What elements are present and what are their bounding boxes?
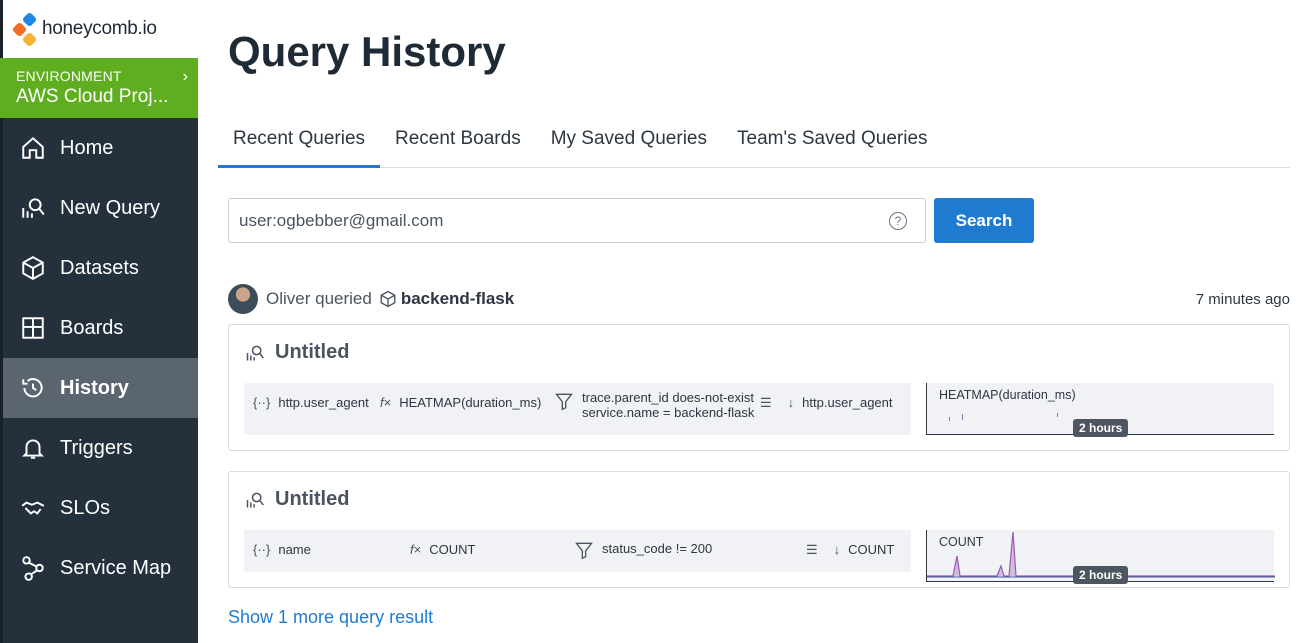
query-title[interactable]: Untitled: [245, 488, 349, 511]
help-icon[interactable]: ?: [889, 211, 907, 230]
nav-item-new-query[interactable]: New Query: [0, 178, 198, 238]
nav-item-triggers[interactable]: Triggers: [0, 418, 198, 478]
heatmap-preview[interactable]: HEATMAP(duration_ms) 2 hours: [926, 383, 1274, 437]
cube-icon: [18, 253, 48, 283]
search-button[interactable]: Search: [934, 198, 1034, 243]
nav-item-slos[interactable]: SLOs: [0, 478, 198, 538]
time-range-badge: 2 hours: [1073, 419, 1129, 437]
logo[interactable]: honeycomb.io: [0, 0, 198, 58]
brand-name: honeycomb.io: [42, 18, 157, 39]
nav-label: Datasets: [60, 256, 139, 279]
group-by: {··} http.user_agent: [253, 395, 369, 410]
cube-icon: [380, 290, 396, 308]
nav-item-history[interactable]: History: [0, 358, 198, 418]
heatmap-cell: [1057, 413, 1058, 417]
count-preview[interactable]: COUNT 2 hours: [926, 530, 1275, 584]
order-value: http.user_agent: [802, 395, 893, 410]
function-icon: f×: [410, 542, 422, 557]
query-card[interactable]: Untitled {··} http.user_agent f× HEATMAP…: [228, 324, 1290, 451]
braces-icon: {··}: [253, 395, 271, 410]
environment-name: AWS Cloud Proj...: [16, 86, 169, 107]
tab-teams-saved-queries[interactable]: Team's Saved Queries: [722, 118, 943, 168]
query-icon: [246, 492, 264, 507]
group-by-value: http.user_agent: [278, 395, 369, 410]
result-dataset[interactable]: backend-flask: [401, 289, 514, 309]
honeycomb-logo-icon: [11, 11, 40, 48]
viz-label: HEATMAP(duration_ms): [939, 388, 1076, 402]
group-by: {··} name: [253, 542, 311, 557]
bell-icon: [18, 433, 48, 463]
query-title-text: Untitled: [275, 341, 350, 363]
order-by: ☰ ↓ http.user_agent: [760, 395, 893, 411]
nav-item-service-map[interactable]: Service Map: [0, 538, 198, 598]
order-value: COUNT: [848, 542, 895, 557]
search-box: ?: [228, 198, 926, 243]
sidebar: honeycomb.io ENVIRONMENT AWS Cloud Proj.…: [0, 0, 198, 643]
nav-item-home[interactable]: Home: [0, 118, 198, 178]
filter-line-1: trace.parent_id does-not-exist: [582, 390, 754, 405]
result-header: Oliver queried backend-flask 7 minutes a…: [228, 284, 1290, 314]
result-time: 7 minutes ago: [1195, 290, 1290, 308]
heatmap-cell: [949, 417, 950, 421]
history-icon: [18, 373, 48, 403]
nav-label: Triggers: [60, 436, 133, 459]
nav-label: New Query: [60, 196, 161, 219]
new-query-icon: [18, 193, 48, 223]
tab-recent-boards[interactable]: Recent Boards: [380, 118, 536, 168]
calculation: f× HEATMAP(duration_ms): [380, 395, 541, 410]
query-summary: {··} http.user_agent f× HEATMAP(duration…: [244, 383, 911, 435]
boards-icon: [18, 313, 48, 343]
filter-icon: [575, 542, 593, 560]
query-card[interactable]: Untitled {··} name f× COUNT status_code …: [228, 471, 1290, 588]
function-icon: f×: [380, 395, 392, 410]
filter-icon: [555, 393, 573, 411]
time-range-badge: 2 hours: [1073, 566, 1129, 584]
calculation: f× COUNT: [410, 542, 475, 557]
calculation-value: HEATMAP(duration_ms): [399, 395, 542, 410]
page-title: Query History: [228, 28, 506, 75]
nav-label: Home: [60, 136, 114, 159]
tab-bar: Recent Queries Recent Boards My Saved Qu…: [218, 118, 1290, 168]
filter-line-2: service.name = backend-flask: [582, 405, 755, 420]
braces-icon: {··}: [253, 542, 271, 557]
query-summary: {··} name f× COUNT status_code != 200 ☰ …: [244, 530, 911, 572]
query-icon: [246, 345, 264, 360]
arrow-down-icon: ↓: [833, 542, 841, 557]
nav-item-boards[interactable]: Boards: [0, 298, 198, 358]
nav-label: History: [60, 376, 129, 399]
tab-my-saved-queries[interactable]: My Saved Queries: [536, 118, 722, 168]
handshake-icon: [18, 493, 48, 523]
calculation-value: COUNT: [429, 542, 476, 557]
order-lines-icon: ☰: [760, 395, 772, 410]
tab-recent-queries[interactable]: Recent Queries: [218, 118, 381, 168]
filter-line-1: status_code != 200: [602, 541, 713, 556]
nav-item-datasets[interactable]: Datasets: [0, 238, 198, 298]
arrow-down-icon: ↓: [787, 395, 795, 410]
nav-label: Service Map: [60, 556, 172, 579]
main-content: Query History Recent Queries Recent Boar…: [198, 0, 1313, 643]
search-input[interactable]: [239, 199, 889, 242]
chevron-right-icon: ›: [182, 68, 188, 85]
heatmap-cell: [962, 414, 963, 420]
environment-selector[interactable]: ENVIRONMENT AWS Cloud Proj... ›: [0, 58, 198, 118]
filter: status_code != 200: [574, 539, 712, 561]
show-more-link[interactable]: Show 1 more query result: [228, 607, 433, 628]
group-by-value: name: [278, 542, 311, 557]
environment-label: ENVIRONMENT: [16, 68, 122, 84]
order-lines-icon: ☰: [806, 542, 818, 557]
query-title-text: Untitled: [275, 488, 350, 510]
avatar: [228, 284, 258, 314]
filter: trace.parent_id does-not-exist service.n…: [554, 390, 754, 420]
nav-label: SLOs: [60, 496, 111, 519]
home-icon: [18, 133, 48, 163]
nav-label: Boards: [60, 316, 124, 339]
order-by: ☰ ↓ COUNT: [806, 542, 894, 558]
service-map-icon: [18, 553, 48, 583]
query-title[interactable]: Untitled: [245, 341, 349, 364]
result-user: Oliver queried: [266, 289, 372, 308]
